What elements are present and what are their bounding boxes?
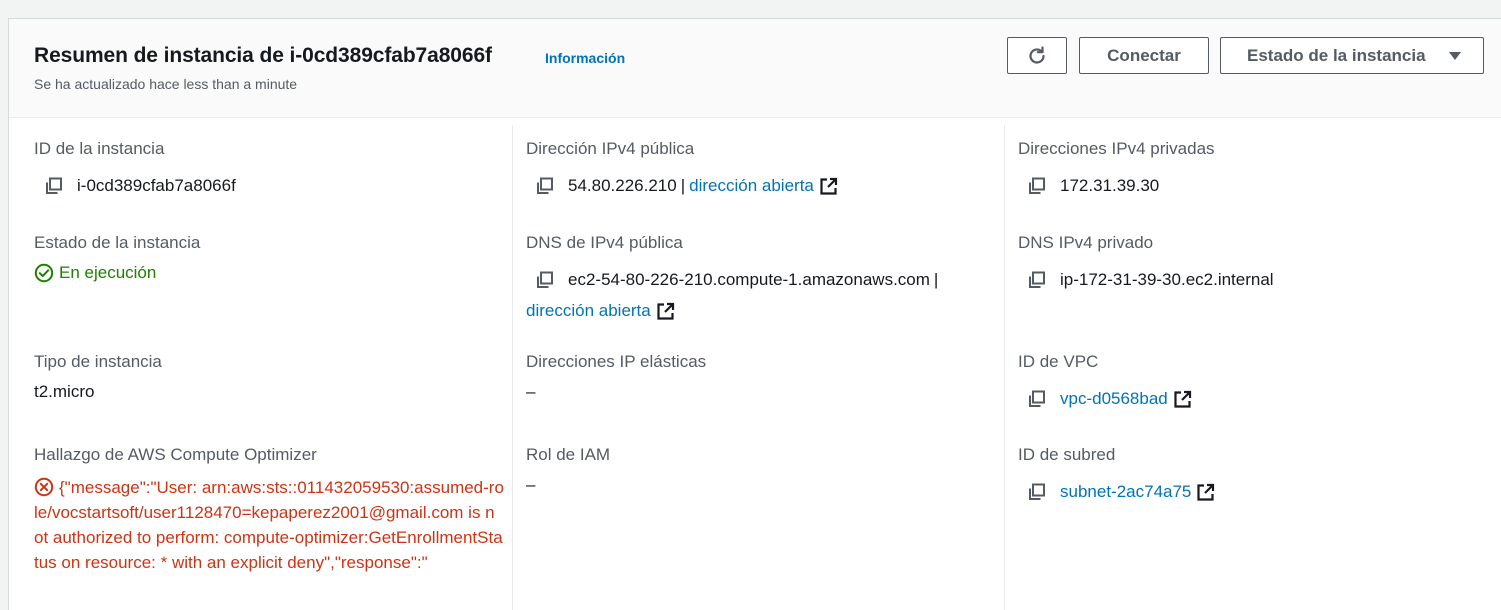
last-updated-text: Se ha actualizado hace less than a minut… xyxy=(34,76,298,92)
instance-id-value: i-0cd389cfab7a8066f xyxy=(44,176,236,196)
elastic-ip-value: – xyxy=(526,382,536,401)
check-circle-icon xyxy=(34,263,54,283)
connect-button[interactable]: Conectar xyxy=(1079,37,1209,74)
instance-type-value: t2.micro xyxy=(34,382,95,401)
vpc-id-value: vpc-d0568bad xyxy=(1027,389,1192,409)
copy-icon[interactable] xyxy=(44,176,64,196)
public-dns-label: DNS de IPv4 pública xyxy=(526,233,683,252)
instance-type-label: Tipo de instancia xyxy=(34,352,162,371)
instance-state-dropdown-label: Estado de la instancia xyxy=(1247,45,1426,65)
vpc-id-link[interactable]: vpc-d0568bad xyxy=(1060,389,1168,409)
private-dns-text: ip-172-31-39-30.ec2.internal xyxy=(1060,270,1274,289)
info-link[interactable]: Información xyxy=(545,50,625,66)
copy-icon[interactable] xyxy=(1027,389,1047,409)
public-ipv4-value: 54.80.226.210 | dirección abierta xyxy=(535,176,838,196)
status-text: En ejecución xyxy=(59,263,157,282)
private-ipv4-text: 172.31.39.30 xyxy=(1060,176,1160,195)
external-link-icon[interactable] xyxy=(819,177,838,196)
external-link-icon[interactable] xyxy=(656,302,675,321)
refresh-icon xyxy=(1029,45,1045,64)
subnet-id-value: subnet-2ac74a75 xyxy=(1027,482,1215,502)
dns-open-address-link[interactable]: dirección abierta xyxy=(526,301,651,321)
caret-down-icon xyxy=(1449,52,1461,60)
copy-icon[interactable] xyxy=(535,270,555,290)
instance-state-dropdown[interactable]: Estado de la instancia xyxy=(1220,37,1484,74)
copy-icon[interactable] xyxy=(1027,270,1047,290)
private-dns-value: ip-172-31-39-30.ec2.internal xyxy=(1027,270,1274,290)
private-dns-label: DNS IPv4 privado xyxy=(1018,233,1154,252)
copy-icon[interactable] xyxy=(1027,482,1047,502)
instance-state-label: Estado de la instancia xyxy=(34,233,201,252)
public-dns-open-address: dirección abierta xyxy=(526,301,675,321)
refresh-button[interactable] xyxy=(1007,37,1067,74)
column-divider xyxy=(512,125,513,610)
external-link-icon[interactable] xyxy=(1173,390,1192,409)
iam-role-label: Rol de IAM xyxy=(526,445,611,464)
public-dns-text: ec2-54-80-226-210.compute-1.amazonaws.co… xyxy=(568,270,930,289)
open-address-link[interactable]: dirección abierta xyxy=(689,176,814,196)
instance-summary-panel: Resumen de instancia de i-0cd389cfab7a80… xyxy=(8,18,1501,610)
external-link-icon[interactable] xyxy=(1196,483,1215,502)
subnet-id-link[interactable]: subnet-2ac74a75 xyxy=(1060,482,1191,502)
details-grid: ID de la instancia i-0cd389cfab7a8066f E… xyxy=(9,118,1501,610)
page-title: Resumen de instancia de i-0cd389cfab7a80… xyxy=(34,44,492,67)
elastic-ip-label: Direcciones IP elásticas xyxy=(526,352,707,371)
compute-optimizer-label: Hallazgo de AWS Compute Optimizer xyxy=(34,445,317,464)
iam-role-value: – xyxy=(526,475,536,494)
copy-icon[interactable] xyxy=(535,176,555,196)
instance-id-text: i-0cd389cfab7a8066f xyxy=(77,176,236,195)
vpc-id-label: ID de VPC xyxy=(1018,352,1099,371)
compute-optimizer-error: {"message":"User: arn:aws:sts::011432059… xyxy=(34,478,504,572)
public-ipv4-label: Dirección IPv4 pública xyxy=(526,139,695,158)
instance-id-label: ID de la instancia xyxy=(34,139,165,158)
separator: | xyxy=(933,270,939,289)
private-ipv4-value: 172.31.39.30 xyxy=(1027,176,1159,196)
copy-icon[interactable] xyxy=(1027,176,1047,196)
private-ipv4-label: Direcciones IPv4 privadas xyxy=(1018,139,1215,158)
public-dns-value: ec2-54-80-226-210.compute-1.amazonaws.co… xyxy=(535,270,942,290)
separator: | xyxy=(680,176,686,195)
instance-state-value: En ejecución xyxy=(34,263,156,283)
column-divider xyxy=(1004,125,1005,610)
summary-header: Resumen de instancia de i-0cd389cfab7a80… xyxy=(9,19,1501,118)
public-ipv4-text: 54.80.226.210 xyxy=(568,176,677,195)
subnet-id-label: ID de subred xyxy=(1018,445,1116,464)
